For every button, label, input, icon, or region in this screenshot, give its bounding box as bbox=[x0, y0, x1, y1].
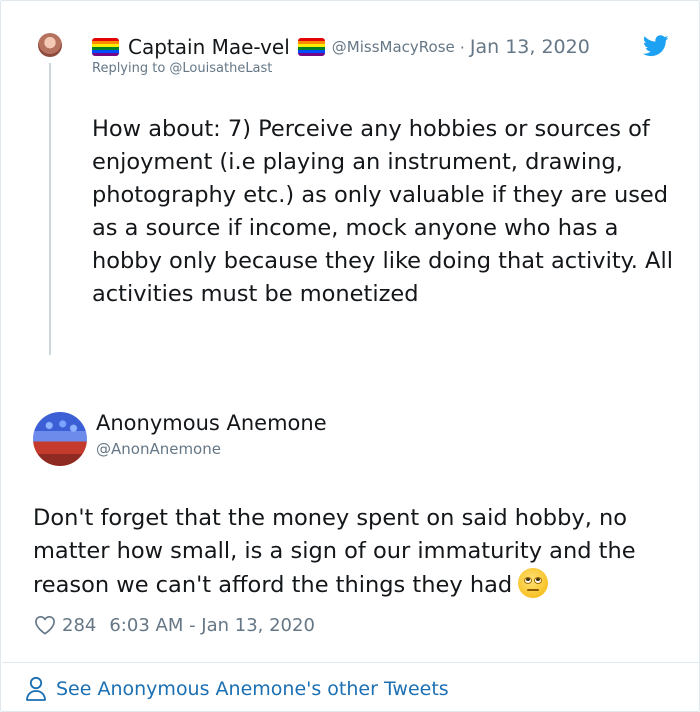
parent-avatar[interactable] bbox=[38, 33, 62, 57]
tweet-timestamp[interactable]: 6:03 AM - Jan 13, 2020 bbox=[109, 615, 315, 636]
like-count[interactable]: 284 bbox=[62, 615, 96, 636]
parent-date-link[interactable]: Jan 13, 2020 bbox=[470, 36, 590, 58]
parent-handle[interactable]: @MissMacyRose bbox=[332, 38, 455, 56]
parent-tweet-text: How about: 7) Perceive any hobbies or so… bbox=[92, 116, 673, 307]
main-display-name[interactable]: Anonymous Anemone bbox=[96, 411, 327, 435]
see-other-tweets-link[interactable]: See Anonymous Anemone's other Tweets bbox=[56, 678, 449, 700]
main-handle[interactable]: @AnonAnemone bbox=[96, 440, 221, 458]
person-icon bbox=[26, 676, 46, 701]
tweet-embed-card: Captain Mae-vel @MissMacyRose · Jan 13, … bbox=[0, 0, 700, 712]
heart-icon[interactable] bbox=[34, 615, 56, 635]
footer-link-row[interactable]: See Anonymous Anemone's other Tweets bbox=[25, 674, 449, 704]
rainbow-flag-icon bbox=[92, 38, 119, 56]
thread-line bbox=[49, 63, 51, 355]
footer-divider bbox=[2, 662, 700, 663]
main-avatar[interactable] bbox=[33, 412, 87, 466]
main-tweet-text: Don't forget that the money spent on sai… bbox=[33, 502, 673, 602]
parent-tweet-header: Captain Mae-vel @MissMacyRose · Jan 13, … bbox=[92, 33, 590, 61]
separator-dot: · bbox=[459, 37, 465, 57]
replying-to[interactable]: Replying to @LouisatheLast bbox=[92, 61, 272, 76]
face-with-rolling-eyes-icon bbox=[518, 568, 549, 598]
tweet-meta: 284 6:03 AM - Jan 13, 2020 bbox=[34, 612, 315, 638]
parent-display-name[interactable]: Captain Mae-vel bbox=[128, 35, 290, 59]
rainbow-flag-icon bbox=[297, 38, 325, 56]
twitter-bird-icon[interactable] bbox=[643, 35, 669, 57]
